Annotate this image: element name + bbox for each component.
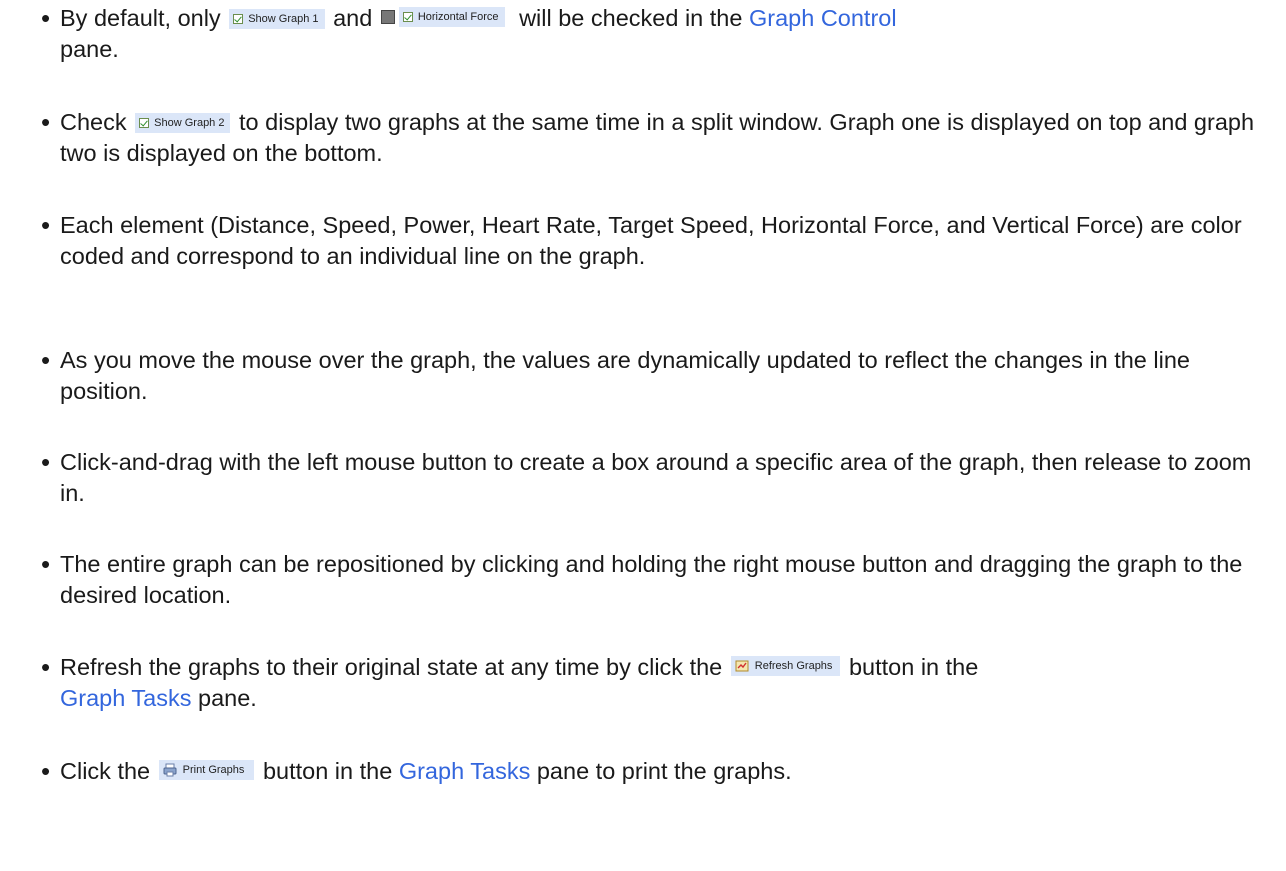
bullet: • [40,652,51,682]
list-item-text: As you move the mouse over the graph, th… [60,347,1190,404]
print-graphs-button: Print Graphs [158,760,255,780]
list-item-text: Refresh the graphs to their original sta… [60,654,979,711]
color-swatch-icon [380,10,395,24]
bullet: • [40,107,51,137]
checkbox-checked-icon [139,118,150,128]
horizontal-force-checkbox: Horizontal Force [380,7,511,27]
show-graph-2-checkbox: Show Graph 2 [135,113,231,133]
bullet: • [40,447,51,477]
list-item-text: Each element (Distance, Speed, Power, He… [60,212,1242,269]
refresh-graphs-button: Refresh Graphs [730,656,841,676]
graph-tasks-link: Graph Tasks [60,685,192,711]
bullet: • [40,3,51,33]
bullet: • [40,549,51,579]
list-item-text: Click-and-drag with the left mouse butto… [60,449,1252,506]
list-item-text: Click the Print Graphs button in the Gra… [60,758,792,784]
checkbox-checked-icon [402,12,413,22]
show-graph-1-checkbox: Show Graph 1 [229,9,325,29]
printer-icon [163,763,177,777]
list-item-text: Check Show Graph 2 to display two graphs… [60,109,1255,166]
bullet: • [40,756,51,786]
graph-control-link: Graph Control [748,5,897,31]
refresh-graphs-icon [735,660,749,672]
list-item-text: By default, only Show Graph 1 and Horizo… [60,5,897,62]
checkbox-checked-icon [233,14,244,24]
list-item-text: The entire graph can be repositioned by … [60,551,1243,608]
bullet: • [40,210,51,240]
graph-tasks-link: Graph Tasks [398,758,531,784]
bullet: • [40,345,51,375]
